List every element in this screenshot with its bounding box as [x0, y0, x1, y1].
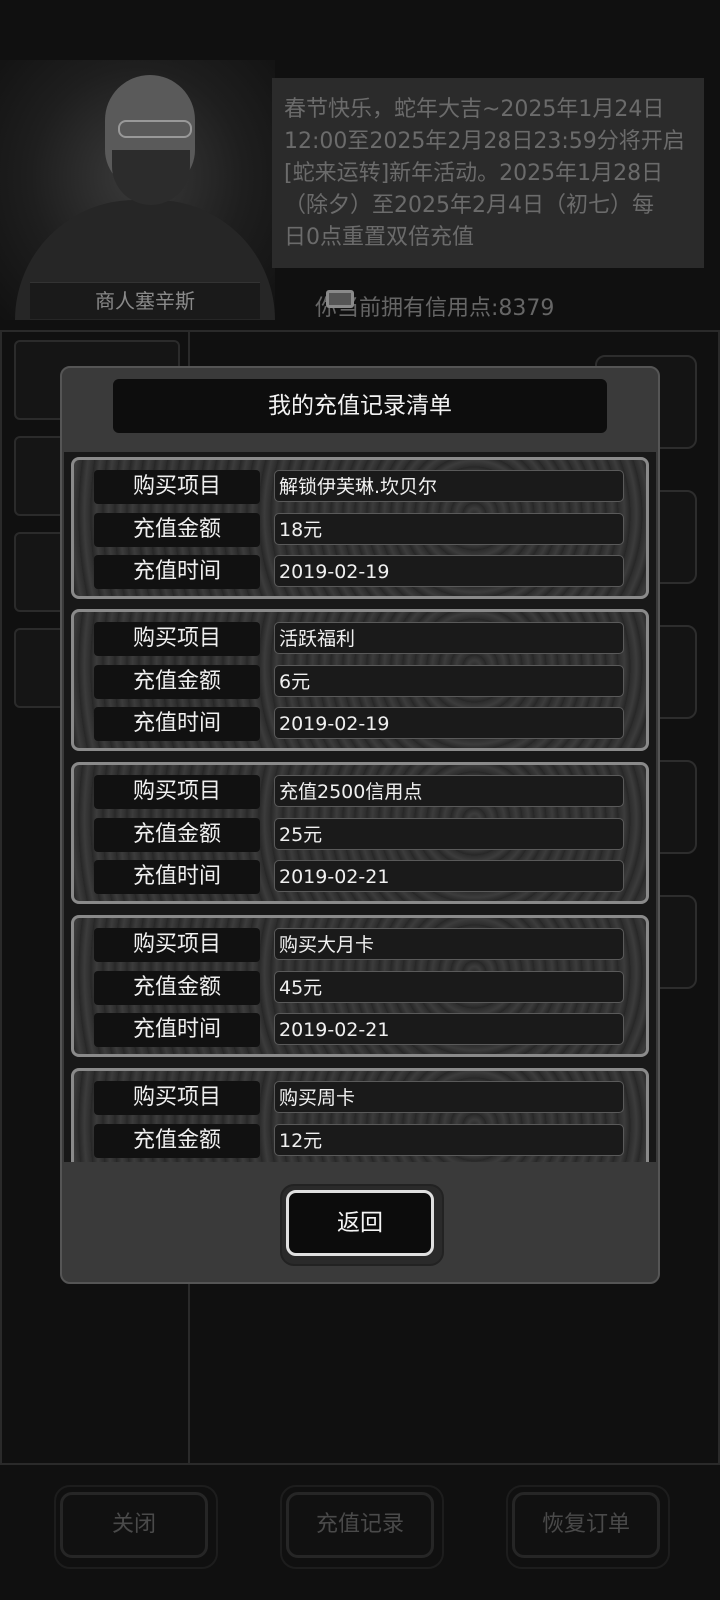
notice-line: [蛇来运转]新年活动。2025年1月28日 — [284, 161, 664, 186]
time-label: 充值时间 — [94, 707, 260, 741]
event-notice: 春节快乐，蛇年大吉~2025年1月24日 12:00至2025年2月28日23:… — [272, 78, 704, 268]
credits-display: 你当前拥有信用点: 8379 — [315, 290, 554, 322]
credits-value: 8379 — [498, 296, 555, 321]
notice-line: 日0点重置双倍充值 — [284, 225, 474, 250]
merchant-portrait — [0, 60, 275, 320]
item-value: 购买大月卡 — [274, 928, 624, 960]
amount-label: 充值金额 — [94, 513, 260, 547]
time-label: 充值时间 — [94, 860, 260, 894]
item-label: 购买项目 — [94, 928, 260, 962]
time-value: 2019-02-19 — [274, 555, 624, 587]
back-button[interactable]: 返回 — [286, 1190, 434, 1256]
recharge-records-button[interactable]: 充值记录 — [286, 1492, 434, 1558]
time-value: 2019-02-21 — [274, 1013, 624, 1045]
amount-label: 充值金额 — [94, 818, 260, 852]
credit-card-icon — [326, 290, 354, 308]
item-label: 购买项目 — [94, 1081, 260, 1115]
amount-value: 12元 — [274, 1124, 624, 1156]
amount-value: 25元 — [274, 818, 624, 850]
item-value: 充值2500信用点 — [274, 775, 624, 807]
item-value: 购买周卡 — [274, 1081, 624, 1113]
time-value: 2019-02-19 — [274, 707, 624, 739]
item-value: 活跃福利 — [274, 622, 624, 654]
amount-value: 45元 — [274, 971, 624, 1003]
close-button[interactable]: 关闭 — [60, 1492, 208, 1558]
record-card: 购买项目 解锁伊芙琳.坎贝尔 充值金额 18元 充值时间 2019-02-19 — [71, 457, 649, 599]
amount-value: 6元 — [274, 665, 624, 697]
restore-order-button[interactable]: 恢复订单 — [512, 1492, 660, 1558]
item-value: 解锁伊芙琳.坎贝尔 — [274, 470, 624, 502]
record-card: 购买项目 充值2500信用点 充值金额 25元 充值时间 2019-02-21 — [71, 762, 649, 904]
time-label: 充值时间 — [94, 555, 260, 589]
item-label: 购买项目 — [94, 622, 260, 656]
amount-value: 18元 — [274, 513, 624, 545]
record-card: 购买项目 购买周卡 充值金额 12元 — [71, 1068, 649, 1162]
notice-line: 12:00至2025年2月28日23:59分将开启 — [284, 129, 685, 154]
amount-label: 充值金额 — [94, 665, 260, 699]
notice-line: （除夕）至2025年2月4日（初七）每 — [284, 193, 654, 218]
item-label: 购买项目 — [94, 470, 260, 504]
time-label: 充值时间 — [94, 1013, 260, 1047]
merchant-name: 商人塞辛斯 — [30, 282, 260, 319]
portrait-glasses — [118, 120, 192, 138]
dialog-title: 我的充值记录清单 — [113, 379, 607, 433]
amount-label: 充值金额 — [94, 1124, 260, 1158]
record-card: 购买项目 购买大月卡 充值金额 45元 充值时间 2019-02-21 — [71, 915, 649, 1057]
time-value: 2019-02-21 — [274, 860, 624, 892]
portrait-beard — [112, 150, 190, 205]
records-list[interactable]: 购买项目 解锁伊芙琳.坎贝尔 充值金额 18元 充值时间 2019-02-19 … — [64, 452, 656, 1162]
item-label: 购买项目 — [94, 775, 260, 809]
notice-line: 春节快乐，蛇年大吉~2025年1月24日 — [284, 97, 665, 122]
record-card: 购买项目 活跃福利 充值金额 6元 充值时间 2019-02-19 — [71, 609, 649, 751]
amount-label: 充值金额 — [94, 971, 260, 1005]
